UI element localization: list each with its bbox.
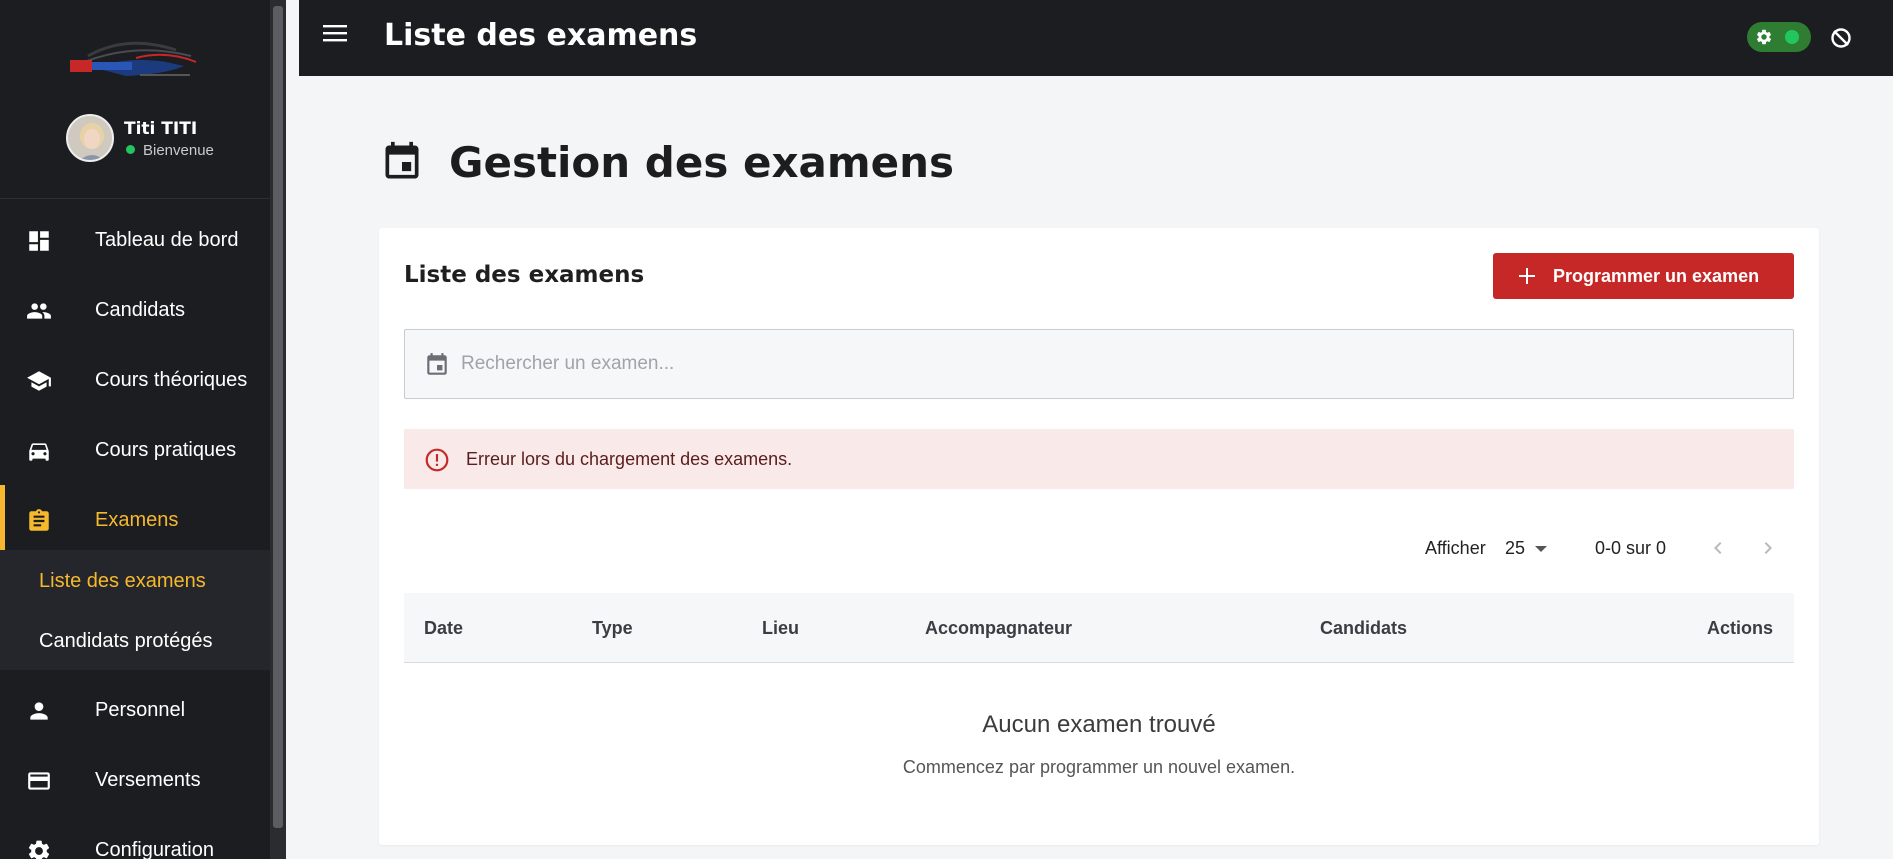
sidebar-item-candidats[interactable]: Candidats <box>0 275 286 345</box>
empty-state-subtitle: Commencez par programmer un nouvel exame… <box>902 757 1296 777</box>
gear-icon <box>1756 29 1772 45</box>
sidebar-item-cours-theoriques[interactable]: Cours théoriques <box>0 345 286 415</box>
calendar-icon <box>385 141 419 179</box>
pagination: Afficher 25 0-0 sur 0 <box>379 528 1819 568</box>
empty-state-title: Aucun examen trouvé <box>982 711 1216 738</box>
power-off-icon[interactable] <box>1829 26 1853 50</box>
column-header-lieu[interactable]: Lieu <box>762 618 799 639</box>
chevron-right-icon[interactable] <box>1756 536 1780 560</box>
calendar-icon <box>427 353 447 375</box>
chevron-left-icon[interactable] <box>1706 536 1730 560</box>
gear-icon <box>28 840 50 859</box>
card-title: Liste des examens <box>404 262 645 288</box>
sidebar-divider <box>0 198 286 199</box>
sidebar-item-label: Versements <box>95 769 201 791</box>
submenu-item-liste-examens[interactable]: Liste des examens <box>39 570 206 593</box>
page-title: Gestion des examens <box>449 138 955 187</box>
error-alert: Erreur lors du chargement des examens. <box>404 429 1794 489</box>
exams-card: Liste des examens Programmer un examen E… <box>379 228 1819 845</box>
chevron-down-icon <box>1535 546 1547 552</box>
sidebar-item-versements[interactable]: Versements <box>0 745 286 815</box>
sidebar-item-label: Tableau de bord <box>95 229 239 251</box>
error-message: Erreur lors du chargement des examens. <box>466 449 793 469</box>
car-icon <box>29 443 49 461</box>
plus-icon <box>1519 268 1535 284</box>
hamburger-menu-icon[interactable] <box>323 22 349 44</box>
brand-logo[interactable] <box>66 36 214 86</box>
rows-per-page-select[interactable]: 25 <box>1505 532 1561 562</box>
sidebar-item-label: Examens <box>95 509 179 531</box>
sidebar-item-label: Cours théoriques <box>95 369 248 391</box>
sidebar-scrollbar-thumb[interactable] <box>273 6 283 828</box>
credit-card-icon <box>28 772 50 790</box>
sidebar-item-dashboard[interactable]: Tableau de bord <box>0 205 286 275</box>
pagination-range: 0-0 sur 0 <box>1595 538 1667 558</box>
sidebar-item-label: Personnel <box>95 699 186 721</box>
search-box <box>404 329 1794 399</box>
school-icon <box>27 371 51 391</box>
clipboard-icon <box>29 509 49 531</box>
topbar: Liste des examens <box>299 0 1893 76</box>
sidebar-item-cours-pratiques[interactable]: Cours pratiques <box>0 415 286 485</box>
column-header-candidats[interactable]: Candidats <box>1320 618 1407 639</box>
people-icon <box>27 303 51 319</box>
user-name: Titi TITI <box>124 119 198 139</box>
sidebar: Titi TITI Bienvenue Tableau de bord Cand… <box>0 0 286 859</box>
error-icon <box>425 448 449 472</box>
submenu-item-candidats-proteges[interactable]: Candidats protégés <box>39 630 212 653</box>
person-icon <box>30 702 48 720</box>
add-exam-button[interactable]: Programmer un examen <box>1493 253 1794 299</box>
search-input[interactable] <box>461 348 1761 380</box>
sidebar-item-label: Cours pratiques <box>95 439 237 461</box>
column-header-date[interactable]: Date <box>424 618 463 639</box>
sidebar-item-personnel[interactable]: Personnel <box>0 675 286 745</box>
examens-submenu: Liste des examens Candidats protégés <box>0 550 286 670</box>
avatar <box>66 114 114 162</box>
user-profile[interactable]: Titi TITI Bienvenue <box>66 114 266 164</box>
sidebar-item-configuration[interactable]: Configuration <box>0 815 286 859</box>
settings-toggle[interactable] <box>1747 22 1811 52</box>
column-header-accompagnateur[interactable]: Accompagnateur <box>925 618 1072 639</box>
user-status-label: Bienvenue <box>143 142 214 159</box>
sidebar-scrollbar[interactable] <box>270 0 286 859</box>
user-status: Bienvenue <box>126 142 214 159</box>
column-header-actions: Actions <box>1706 618 1773 638</box>
sidebar-item-label: Configuration <box>95 839 214 859</box>
dashboard-icon <box>29 231 49 251</box>
rows-per-page-value: 25 <box>1505 538 1526 558</box>
topbar-title: Liste des examens <box>384 18 698 53</box>
column-header-type[interactable]: Type <box>592 618 633 639</box>
online-status-dot <box>126 145 135 154</box>
sidebar-item-label: Candidats <box>95 299 186 321</box>
table-header: Date Type Lieu Accompagnateur Candidats … <box>404 593 1794 663</box>
toggle-knob <box>1785 30 1799 44</box>
add-exam-button-label: Programmer un examen <box>1553 266 1760 286</box>
sidebar-item-examens[interactable]: Examens <box>0 485 286 555</box>
rows-per-page-label: Afficher <box>1425 538 1486 558</box>
